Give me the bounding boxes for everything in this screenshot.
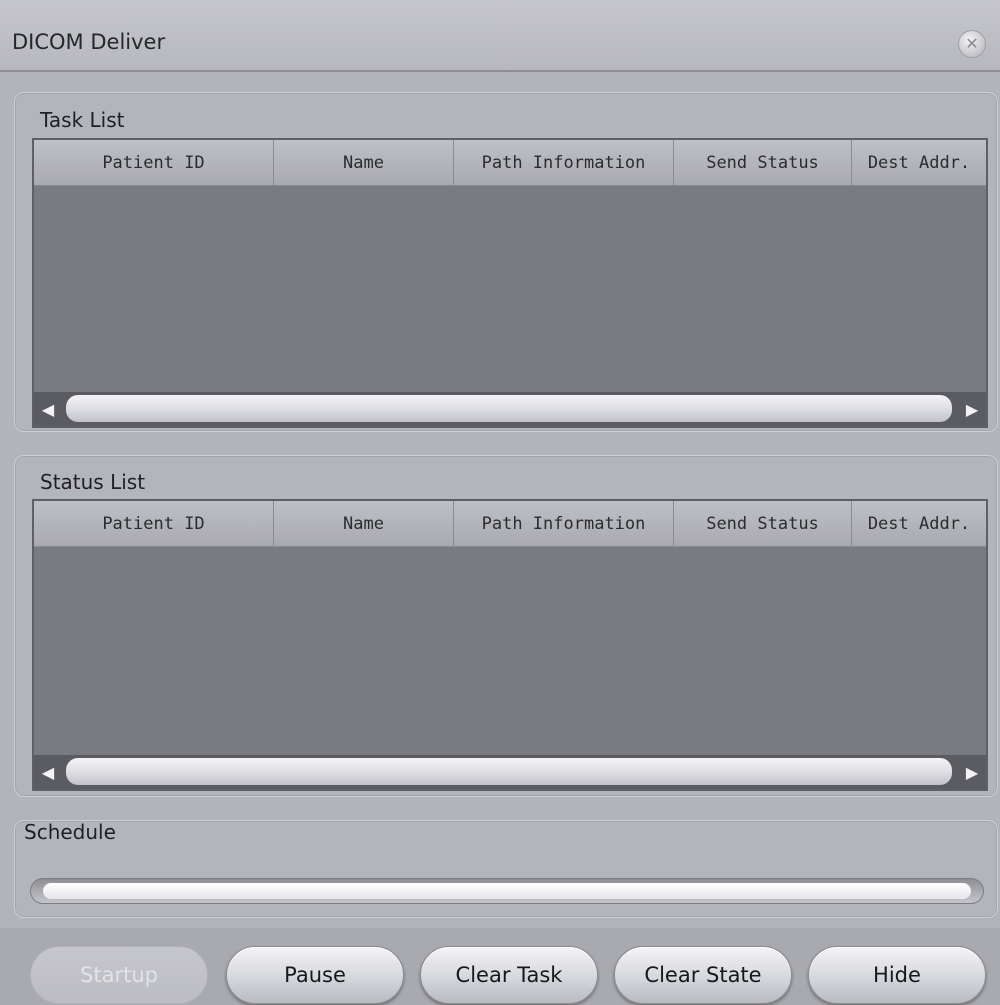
column-header-name[interactable]: Name [274, 140, 454, 185]
status-list-horizontal-scrollbar[interactable]: ◀ ▶ [34, 755, 986, 789]
status-list-grid[interactable]: Patient ID Name Path Information Send St… [32, 499, 988, 791]
column-header-send-status[interactable]: Send Status [674, 140, 852, 185]
column-header-patient-id[interactable]: Patient ID [34, 501, 274, 546]
hide-button[interactable]: Hide [808, 946, 986, 1004]
column-header-dest-addr[interactable]: Dest Addr. [852, 140, 986, 185]
column-header-name[interactable]: Name [274, 501, 454, 546]
scroll-right-icon[interactable]: ▶ [958, 392, 986, 426]
startup-button[interactable]: Startup [30, 946, 208, 1004]
column-header-dest-addr[interactable]: Dest Addr. [852, 501, 986, 546]
clear-state-button[interactable]: Clear State [614, 946, 792, 1004]
task-list-horizontal-scrollbar[interactable]: ◀ ▶ [34, 392, 986, 426]
scrollbar-thumb[interactable] [66, 758, 952, 785]
window-title: DICOM Deliver [12, 30, 166, 54]
progress-track [43, 883, 971, 899]
schedule-title: Schedule [24, 820, 116, 844]
task-list-header: Patient ID Name Path Information Send St… [34, 140, 986, 186]
column-header-path-information[interactable]: Path Information [454, 501, 674, 546]
pause-button[interactable]: Pause [226, 946, 404, 1004]
status-list-title: Status List [40, 470, 146, 494]
column-header-patient-id[interactable]: Patient ID [34, 140, 274, 185]
schedule-progress-bar [30, 878, 984, 904]
column-header-send-status[interactable]: Send Status [674, 501, 852, 546]
scroll-left-icon[interactable]: ◀ [34, 392, 62, 426]
column-header-path-information[interactable]: Path Information [454, 140, 674, 185]
scrollbar-thumb[interactable] [66, 395, 952, 422]
task-list-grid[interactable]: Patient ID Name Path Information Send St… [32, 138, 988, 428]
clear-task-button[interactable]: Clear Task [420, 946, 598, 1004]
status-list-header: Patient ID Name Path Information Send St… [34, 501, 986, 547]
scroll-right-icon[interactable]: ▶ [958, 755, 986, 789]
scroll-left-icon[interactable]: ◀ [34, 755, 62, 789]
task-list-title: Task List [40, 108, 125, 132]
close-icon[interactable]: ✕ [958, 30, 986, 58]
